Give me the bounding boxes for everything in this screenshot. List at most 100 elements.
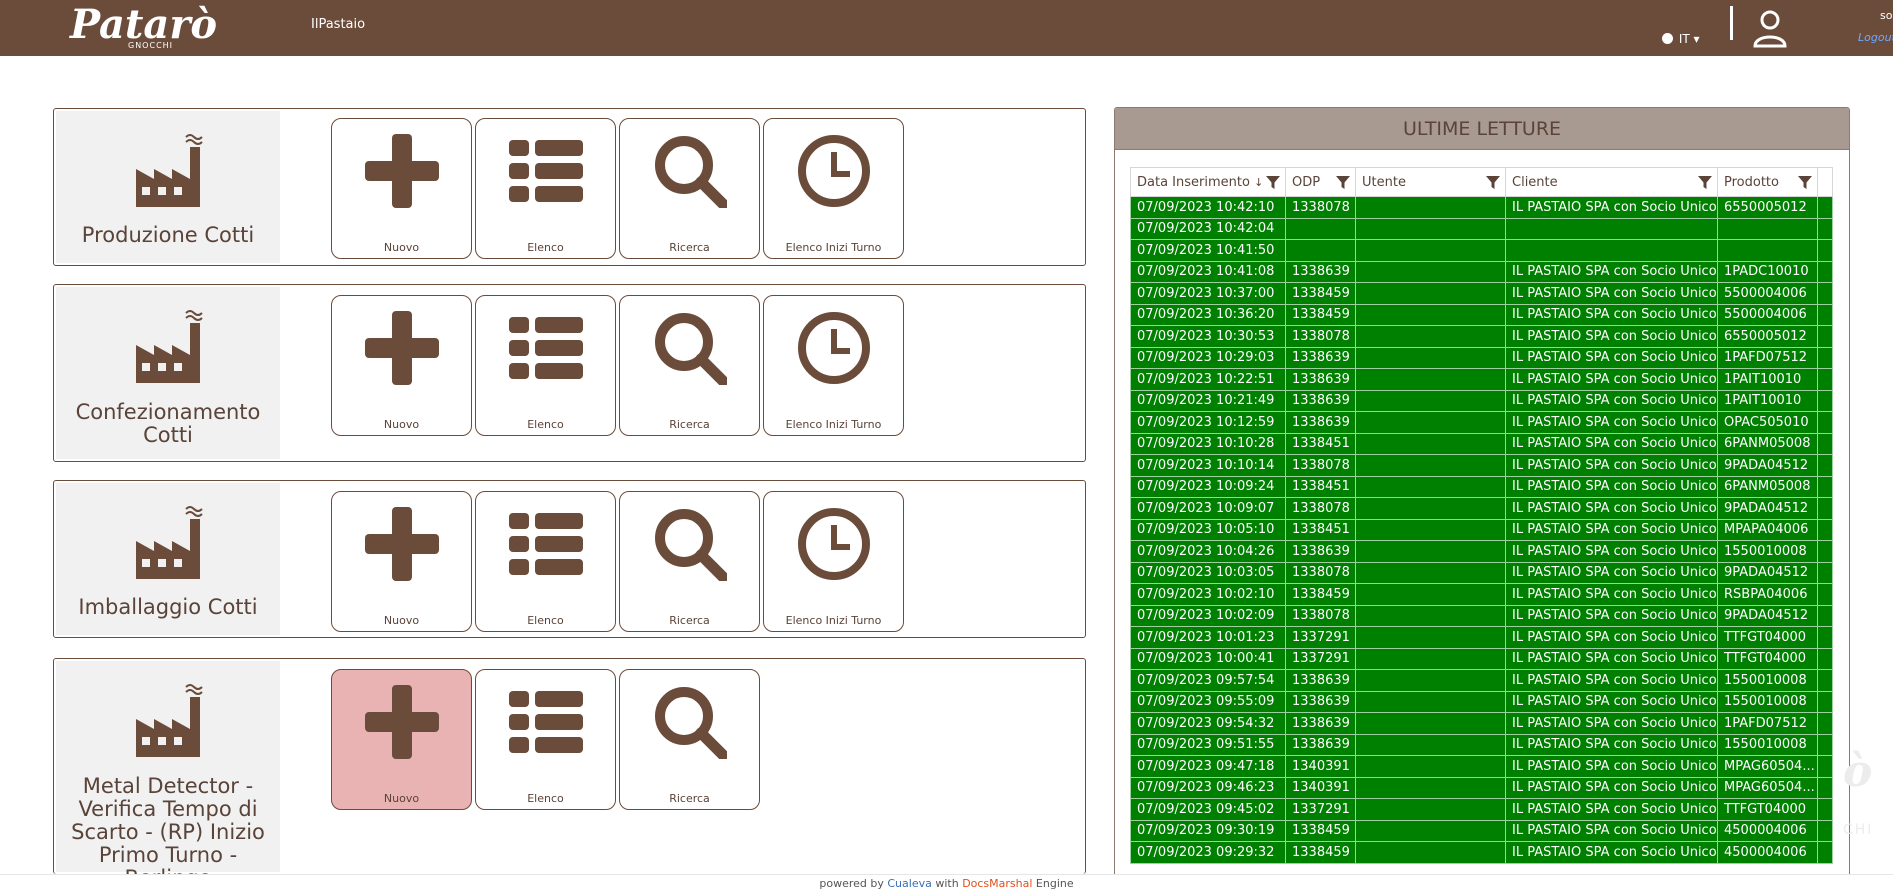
table-cell: 1338639 [1285, 690, 1356, 713]
list-icon [509, 513, 583, 575]
card-sidebar: Produzione Cotti [56, 111, 280, 263]
table-row[interactable]: 07/09/2023 10:04:26 1338639 IL PASTAIO SPA… [1130, 540, 1833, 563]
table-row[interactable]: 07/09/2023 10:12:59 1338639 IL PASTAIO SPA… [1130, 411, 1833, 434]
table-cell: 5500004006 [1717, 282, 1818, 305]
list-button[interactable]: Elenco [475, 491, 616, 632]
list-button[interactable]: Elenco [475, 118, 616, 259]
new-button[interactable]: Nuovo [331, 295, 472, 436]
app-name[interactable]: IlPastaio [311, 17, 365, 32]
table-cell: 07/09/2023 10:30:53 [1130, 325, 1286, 348]
table-cell: 07/09/2023 09:55:09 [1130, 690, 1286, 713]
user-icon[interactable] [1752, 8, 1788, 48]
table-cell: IL PASTAIO SPA con Socio Unico [1505, 282, 1718, 305]
language-selector[interactable]: IT ▾ [1662, 32, 1700, 46]
filter-icon[interactable] [1266, 176, 1280, 190]
table-cell: IL PASTAIO SPA con Socio Unico [1505, 712, 1718, 735]
table-cell: 07/09/2023 10:02:09 [1130, 604, 1286, 627]
readings-table: Data Inserimento ↓ ODP Utente Cliente Pr… [1130, 167, 1833, 864]
table-cell [1355, 432, 1506, 455]
table-row[interactable]: 07/09/2023 10:41:50 [1130, 239, 1833, 262]
table-row[interactable]: 07/09/2023 10:37:00 1338459 IL PASTAIO SPA… [1130, 282, 1833, 305]
table-row[interactable]: 07/09/2023 09:29:32 1338459 IL PASTAIO SPA… [1130, 841, 1833, 864]
filter-icon[interactable] [1486, 176, 1500, 190]
table-row[interactable]: 07/09/2023 10:29:03 1338639 IL PASTAIO SPA… [1130, 346, 1833, 369]
table-cell-spacer [1817, 819, 1833, 842]
table-row[interactable]: 07/09/2023 10:00:41 1337291 IL PASTAIO SPA… [1130, 647, 1833, 670]
new-button[interactable]: Nuovo [331, 118, 472, 259]
table-cell: 1338078 [1285, 196, 1356, 219]
search-button[interactable]: Ricerca [619, 118, 760, 259]
table-row[interactable]: 07/09/2023 10:30:53 1338078 IL PASTAIO SPA… [1130, 325, 1833, 348]
table-cell: 6PANM05008 [1717, 432, 1818, 455]
table-cell: IL PASTAIO SPA con Socio Unico [1505, 518, 1718, 541]
table-cell: 1550010008 [1717, 733, 1818, 756]
table-cell: 07/09/2023 09:51:55 [1130, 733, 1286, 756]
table-row[interactable]: 07/09/2023 10:03:05 1338078 IL PASTAIO SPA… [1130, 561, 1833, 584]
card-title: Produzione Cotti [81, 223, 255, 247]
column-header-prodotto[interactable]: Prodotto [1717, 167, 1818, 197]
table-row[interactable]: 07/09/2023 10:02:09 1338078 IL PASTAIO SPA… [1130, 604, 1833, 627]
shift-list-button[interactable]: Elenco Inizi Turno [763, 118, 904, 259]
filter-icon[interactable] [1698, 176, 1712, 190]
table-cell: 07/09/2023 10:10:28 [1130, 432, 1286, 455]
table-cell: 07/09/2023 10:12:59 [1130, 411, 1286, 434]
logout-link[interactable]: Logout [1858, 31, 1893, 44]
table-row[interactable]: 07/09/2023 10:09:24 1338451 IL PASTAIO SPA… [1130, 475, 1833, 498]
table-cell [1355, 303, 1506, 326]
new-button[interactable]: Nuovo [331, 491, 472, 632]
table-row[interactable]: 07/09/2023 09:57:54 1338639 IL PASTAIO SPA… [1130, 669, 1833, 692]
filter-icon[interactable] [1336, 176, 1350, 190]
table-cell: 1337291 [1285, 626, 1356, 649]
table-row[interactable]: 07/09/2023 10:05:10 1338451 IL PASTAIO SPA… [1130, 518, 1833, 541]
table-cell: IL PASTAIO SPA con Socio Unico [1505, 303, 1718, 326]
table-cell: 9PADA04512 [1717, 497, 1818, 520]
table-row[interactable]: 07/09/2023 10:10:14 1338078 IL PASTAIO SPA… [1130, 454, 1833, 477]
table-cell: 1338459 [1285, 819, 1356, 842]
table-row[interactable]: 07/09/2023 09:47:18 1340391 IL PASTAIO SPA… [1130, 755, 1833, 778]
table-row[interactable]: 07/09/2023 09:45:02 1337291 IL PASTAIO SPA… [1130, 798, 1833, 821]
search-button[interactable]: Ricerca [619, 491, 760, 632]
logo[interactable]: Patarò GNOCCHI [70, 2, 217, 52]
table-cell: 1337291 [1285, 798, 1356, 821]
table-row[interactable]: 07/09/2023 10:02:10 1338459 IL PASTAIO SPA… [1130, 583, 1833, 606]
column-header-data[interactable]: Data Inserimento ↓ [1130, 167, 1286, 197]
column-header-odp[interactable]: ODP [1285, 167, 1356, 197]
table-cell: OPAC505010 [1717, 411, 1818, 434]
table-cell: IL PASTAIO SPA con Socio Unico [1505, 389, 1718, 412]
plus-icon [365, 685, 439, 759]
table-row[interactable]: 07/09/2023 10:21:49 1338639 IL PASTAIO SPA… [1130, 389, 1833, 412]
table-row[interactable]: 07/09/2023 10:42:10 1338078 IL PASTAIO SPA… [1130, 196, 1833, 219]
watermark-logo: ò [1843, 746, 1873, 797]
new-button[interactable]: Nuovo [331, 669, 472, 810]
table-row[interactable]: 07/09/2023 10:09:07 1338078 IL PASTAIO SPA… [1130, 497, 1833, 520]
table-cell: IL PASTAIO SPA con Socio Unico [1505, 346, 1718, 369]
column-header-utente[interactable]: Utente [1355, 167, 1506, 197]
table-cell [1355, 561, 1506, 584]
search-button[interactable]: Ricerca [619, 295, 760, 436]
filter-icon[interactable] [1798, 176, 1812, 190]
table-row[interactable]: 07/09/2023 09:54:32 1338639 IL PASTAIO SPA… [1130, 712, 1833, 735]
table-row[interactable]: 07/09/2023 09:51:55 1338639 IL PASTAIO SPA… [1130, 733, 1833, 756]
table-row[interactable]: 07/09/2023 10:36:20 1338459 IL PASTAIO SPA… [1130, 303, 1833, 326]
table-row[interactable]: 07/09/2023 09:30:19 1338459 IL PASTAIO SPA… [1130, 819, 1833, 842]
search-button[interactable]: Ricerca [619, 669, 760, 810]
table-row[interactable]: 07/09/2023 10:01:23 1337291 IL PASTAIO SPA… [1130, 626, 1833, 649]
table-row[interactable]: 07/09/2023 10:22:51 1338639 IL PASTAIO SPA… [1130, 368, 1833, 391]
footer-engine-link[interactable]: DocsMarshal [962, 877, 1032, 890]
list-button[interactable]: Elenco [475, 669, 616, 810]
table-cell: 07/09/2023 10:41:50 [1130, 239, 1286, 262]
table-cell-spacer [1817, 604, 1833, 627]
table-cell-spacer [1817, 260, 1833, 283]
table-cell: 1PAIT10010 [1717, 368, 1818, 391]
table-row[interactable]: 07/09/2023 10:41:08 1338639 IL PASTAIO SPA… [1130, 260, 1833, 283]
list-button[interactable]: Elenco [475, 295, 616, 436]
shift-list-button[interactable]: Elenco Inizi Turno [763, 295, 904, 436]
column-header-cliente[interactable]: Cliente [1505, 167, 1718, 197]
table-row[interactable]: 07/09/2023 09:55:09 1338639 IL PASTAIO SPA… [1130, 690, 1833, 713]
table-row[interactable]: 07/09/2023 09:46:23 1340391 IL PASTAIO SPA… [1130, 776, 1833, 799]
footer-brand-link[interactable]: Cualeva [887, 877, 931, 890]
table-row[interactable]: 07/09/2023 10:10:28 1338451 IL PASTAIO SPA… [1130, 432, 1833, 455]
shift-list-button[interactable]: Elenco Inizi Turno [763, 491, 904, 632]
table-row[interactable]: 07/09/2023 10:42:04 [1130, 217, 1833, 240]
table-cell: 07/09/2023 09:45:02 [1130, 798, 1286, 821]
